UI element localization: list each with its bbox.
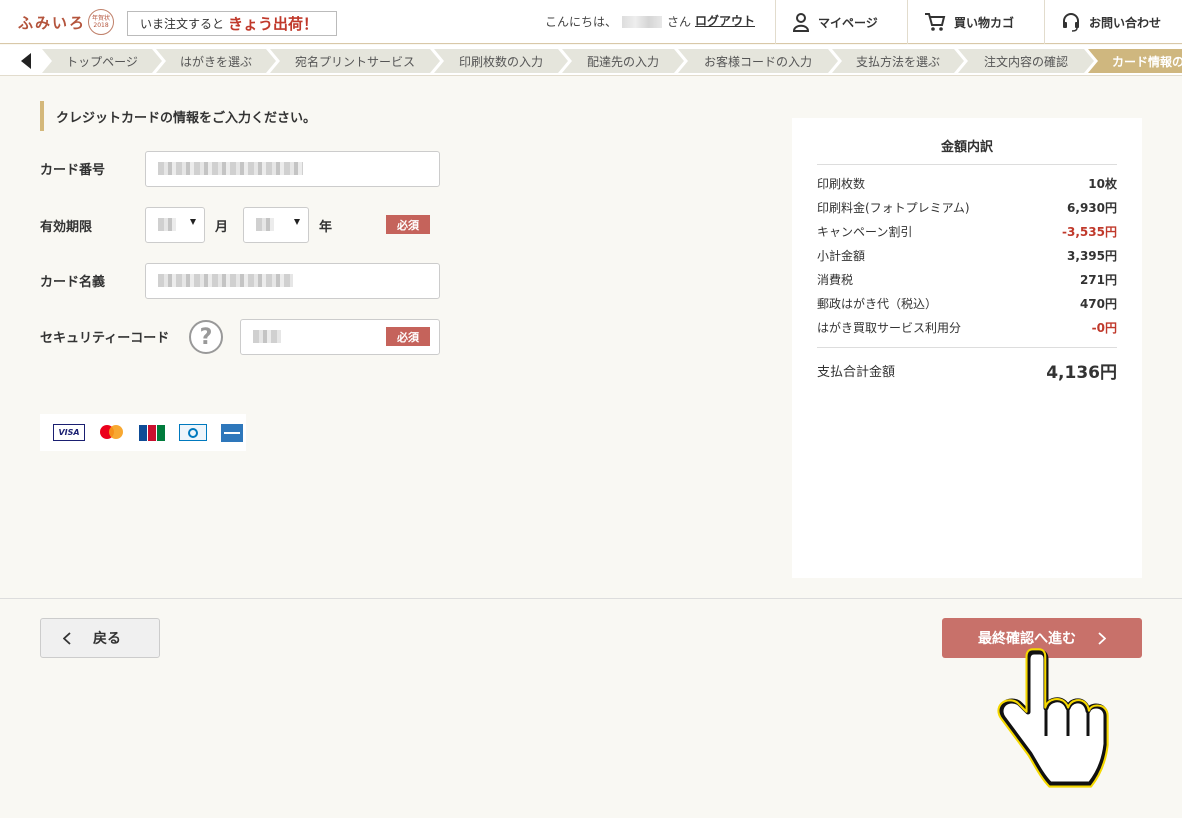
chevron-right-icon — [1098, 631, 1106, 645]
row-value: -3,535円 — [1062, 225, 1117, 239]
expiry-month-select[interactable] — [145, 207, 205, 243]
step-print-count[interactable]: 印刷枚数の入力 — [434, 49, 568, 73]
redacted-security-code — [253, 330, 281, 343]
nav-cart-label: 買い物カゴ — [954, 15, 1015, 30]
month-unit: 月 — [215, 220, 229, 235]
summary-row: 印刷枚数 10枚 — [817, 175, 1117, 195]
cart-icon — [925, 13, 946, 31]
row-value: 6,930円 — [1067, 201, 1117, 215]
redacted-month — [158, 218, 176, 231]
row-value: 271円 — [1079, 273, 1117, 287]
total-label: 支払合計金額 — [817, 365, 896, 380]
user-greeting: こんにちは、 さん — [545, 13, 691, 30]
required-badge: 必須 — [386, 327, 430, 346]
summary-row: 印刷料金(フォトプレミアム) 6,930円 — [817, 199, 1117, 219]
nav-cart[interactable]: 買い物カゴ — [907, 0, 1044, 44]
promo-highlight: きょう出荷！ — [228, 15, 319, 33]
step-customer-code[interactable]: お客様コードの入力 — [678, 49, 838, 73]
nav-mypage-label: マイページ — [818, 15, 878, 30]
row-label: はがき買取サービス利用分 — [817, 321, 962, 335]
step-delivery[interactable]: 配達先の入力 — [562, 49, 684, 73]
row-label: 印刷料金(フォトプレミアム) — [817, 201, 970, 215]
card-number-label: カード番号 — [40, 163, 106, 178]
card-name-input[interactable] — [145, 263, 440, 299]
headset-icon — [1063, 13, 1079, 32]
mastercard-logo-icon — [99, 424, 125, 441]
redacted-card-number — [158, 162, 303, 175]
summary-title: 金額内訳 — [940, 140, 993, 155]
summary-row: 郵政はがき代（税込） 470円 — [817, 295, 1117, 315]
total-value: 4,136円 — [1046, 363, 1117, 383]
dropdown-arrow-icon — [190, 219, 196, 225]
greeting-suffix: さん — [667, 15, 692, 29]
summary-row: 消費税 271円 — [817, 271, 1117, 291]
row-value: 3,395円 — [1067, 249, 1117, 263]
summary-divider — [817, 164, 1117, 165]
summary-divider — [817, 347, 1117, 348]
row-label: キャンペーン割引 — [817, 225, 913, 239]
greeting-prefix: こんにちは、 — [545, 15, 618, 29]
site-logo[interactable]: ふみいろ 年賀状 2018 — [18, 6, 115, 38]
card-name-label: カード名義 — [40, 275, 106, 290]
accepted-card-brands: VISA — [40, 414, 246, 451]
footer-divider — [0, 598, 1182, 599]
step-payment-method[interactable]: 支払方法を選ぶ — [832, 49, 964, 73]
card-number-input[interactable] — [145, 151, 440, 187]
form-section-title: クレジットカードの情報をご入力ください。 — [40, 101, 316, 131]
step-confirm-order[interactable]: 注文内容の確認 — [958, 49, 1094, 73]
redacted-year — [256, 218, 274, 231]
row-value: 470円 — [1079, 297, 1117, 311]
step-choose-postcard[interactable]: はがきを選ぶ — [156, 49, 276, 73]
row-value: 10枚 — [1088, 177, 1117, 191]
amex-logo-icon — [221, 423, 243, 442]
row-label: 消費税 — [817, 273, 854, 287]
row-label: 小計金額 — [817, 249, 866, 263]
year-unit: 年 — [319, 220, 333, 235]
summary-row: キャンペーン割引 -3,535円 — [817, 223, 1117, 243]
summary-row: 小計金額 3,395円 — [817, 247, 1117, 267]
shipping-promo-banner: いま注文すると きょう出荷！ — [127, 11, 337, 36]
hand-pointer-cursor-icon — [997, 648, 1109, 788]
person-icon — [792, 13, 810, 32]
summary-row: はがき買取サービス利用分 -0円 — [817, 319, 1117, 339]
step-card-info: カード情報の — [1088, 49, 1182, 73]
chevron-left-icon — [63, 631, 71, 645]
triangle-left-icon — [21, 53, 31, 69]
expiry-year-select[interactable] — [243, 207, 309, 243]
logout-link[interactable]: ログアウト — [695, 12, 755, 29]
step-top-page[interactable]: トップページ — [42, 49, 162, 73]
row-value: -0円 — [1091, 321, 1117, 335]
redacted-username — [622, 15, 663, 28]
summary-total: 支払合計金額 4,136円 — [817, 358, 1117, 383]
diners-club-logo-icon — [179, 424, 207, 441]
price-summary-panel: 金額内訳 印刷枚数 10枚 印刷料金(フォトプレミアム) 6,930円 キャンペーン… — [792, 118, 1142, 578]
help-question-icon[interactable]: ? — [189, 320, 223, 354]
row-label: 郵政はがき代（税込） — [817, 297, 938, 311]
site-header: ふみいろ 年賀状 2018 いま注文すると きょう出荷！ こんにちは、 さん ロ… — [0, 0, 1182, 44]
dropdown-arrow-icon — [294, 219, 300, 225]
breadcrumb-back-arrow[interactable] — [16, 51, 36, 71]
jcb-logo-icon — [139, 424, 165, 441]
order-steps-breadcrumb: トップページ はがきを選ぶ 宛名プリントサービス 印刷枚数の入力 配達先の入力 … — [0, 45, 1182, 76]
logo-text: ふみいろ — [18, 13, 87, 32]
back-button[interactable]: 戻る — [40, 618, 160, 658]
row-label: 印刷枚数 — [817, 177, 866, 191]
security-code-label: セキュリティーコード — [40, 331, 170, 346]
visa-label: VISA — [58, 428, 80, 437]
nav-contact-label: お問い合わせ — [1089, 15, 1162, 30]
nav-mypage[interactable]: マイページ — [775, 0, 907, 44]
promo-prefix: いま注文すると — [140, 17, 225, 31]
nav-contact[interactable]: お問い合わせ — [1044, 0, 1182, 44]
required-badge: 必須 — [386, 215, 430, 234]
step-address-print[interactable]: 宛名プリントサービス — [270, 49, 440, 73]
redacted-card-name — [158, 274, 293, 287]
expiry-label: 有効期限 — [40, 220, 93, 235]
visa-logo-icon: VISA — [53, 424, 85, 441]
logo-seal: 年賀状 2018 — [88, 9, 115, 35]
back-button-label: 戻る — [93, 631, 121, 647]
